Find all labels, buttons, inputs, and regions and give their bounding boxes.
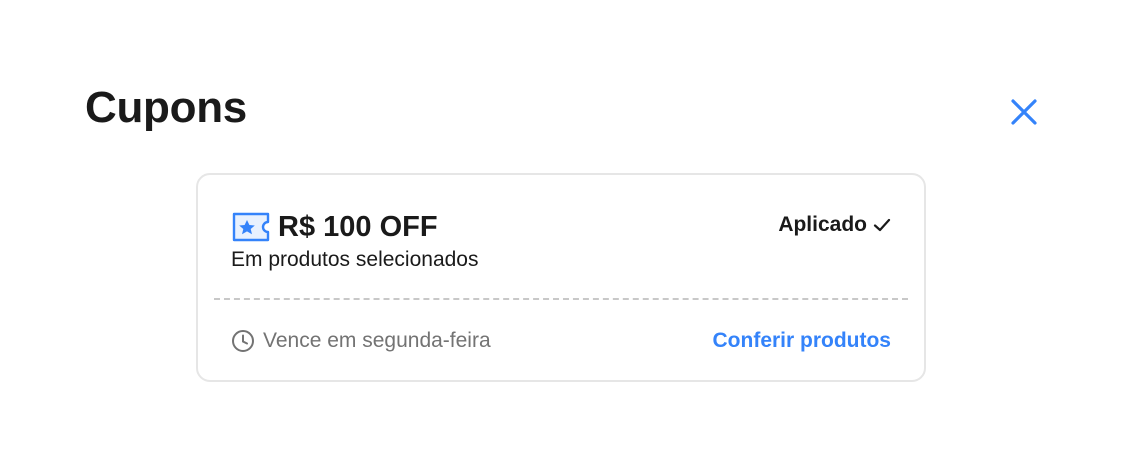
coupons-modal: Cupons R$ 100 OFF Em produtos selecionad…	[0, 0, 1124, 459]
applied-status: Aplicado	[778, 213, 891, 237]
coupon-card: R$ 100 OFF Em produtos selecionados Apli…	[196, 173, 926, 382]
applied-label: Aplicado	[778, 213, 867, 236]
coupon-footer: Vence em segunda-feira Conferir produtos	[231, 325, 891, 357]
view-products-link[interactable]: Conferir produtos	[713, 329, 892, 353]
expiry-info: Vence em segunda-feira	[231, 329, 491, 353]
close-icon	[1011, 99, 1037, 125]
close-button[interactable]	[1004, 92, 1044, 132]
coupon-summary: R$ 100 OFF Em produtos selecionados Apli…	[231, 209, 891, 279]
coupon-description: Em produtos selecionados	[231, 248, 479, 271]
clock-icon	[231, 329, 255, 353]
expiry-text: Vence em segunda-feira	[263, 329, 491, 352]
page-title: Cupons	[85, 83, 247, 132]
coupon-amount: R$ 100 OFF	[278, 211, 438, 243]
check-icon	[873, 217, 891, 233]
ticket-star-icon	[231, 211, 271, 243]
dashed-divider	[214, 298, 908, 300]
